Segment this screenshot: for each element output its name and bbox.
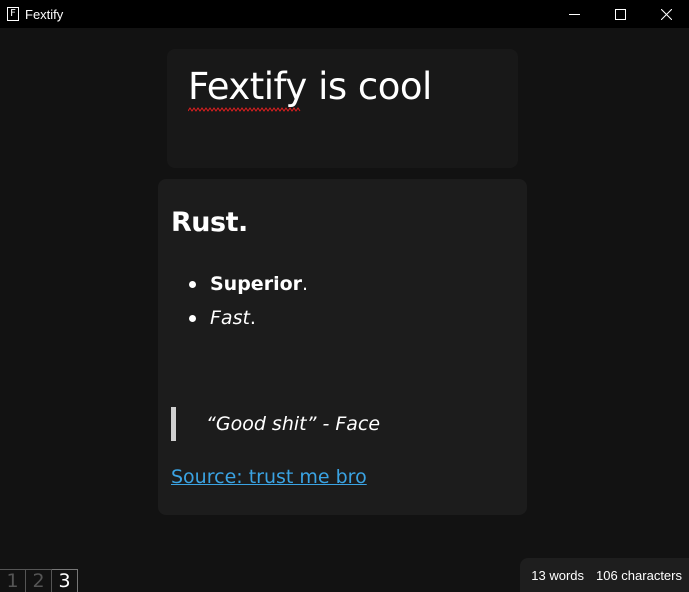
list-item: Superior. bbox=[178, 269, 308, 303]
window-title: Fextify bbox=[25, 6, 64, 22]
page-tab-2[interactable]: 2 bbox=[26, 569, 52, 592]
window-controls bbox=[551, 0, 689, 28]
word-count: 13 words bbox=[531, 567, 584, 583]
maximize-button[interactable] bbox=[597, 0, 643, 28]
source-link[interactable]: Source: trust me bro bbox=[171, 466, 367, 488]
title-input[interactable]: Fextify is cool bbox=[188, 65, 432, 108]
preview-heading: Rust. bbox=[171, 207, 248, 238]
list-item-em: Fast bbox=[210, 307, 250, 329]
markdown-preview-card[interactable]: Rust. Superior. Fast. “Good shit” - Face… bbox=[158, 179, 527, 515]
minimize-button[interactable] bbox=[551, 0, 597, 28]
page-tab-1[interactable]: 1 bbox=[0, 569, 26, 592]
list-item: Fast. bbox=[178, 303, 308, 337]
list-item-suffix: . bbox=[249, 307, 256, 329]
character-count: 106 characters bbox=[596, 567, 682, 583]
page-tabs: 1 2 3 bbox=[0, 569, 78, 592]
maximize-icon bbox=[614, 8, 626, 20]
close-icon bbox=[660, 8, 672, 20]
list-item-strong: Superior bbox=[210, 273, 303, 295]
workspace: Fextify is cool Rust. Superior. Fast. “G… bbox=[0, 28, 689, 592]
close-button[interactable] bbox=[643, 0, 689, 28]
title-bar: F Fextify bbox=[0, 0, 689, 28]
preview-blockquote: “Good shit” - Face bbox=[171, 407, 471, 441]
minimize-icon bbox=[568, 13, 580, 15]
status-bar: 13 words 106 characters bbox=[520, 558, 689, 592]
app-icon: F bbox=[7, 7, 19, 21]
preview-list: Superior. Fast. bbox=[178, 269, 308, 337]
page-tab-3[interactable]: 3 bbox=[52, 569, 78, 592]
list-item-suffix: . bbox=[302, 273, 309, 295]
title-editor-card[interactable]: Fextify is cool bbox=[167, 49, 518, 168]
spellcheck-underline bbox=[188, 107, 301, 112]
